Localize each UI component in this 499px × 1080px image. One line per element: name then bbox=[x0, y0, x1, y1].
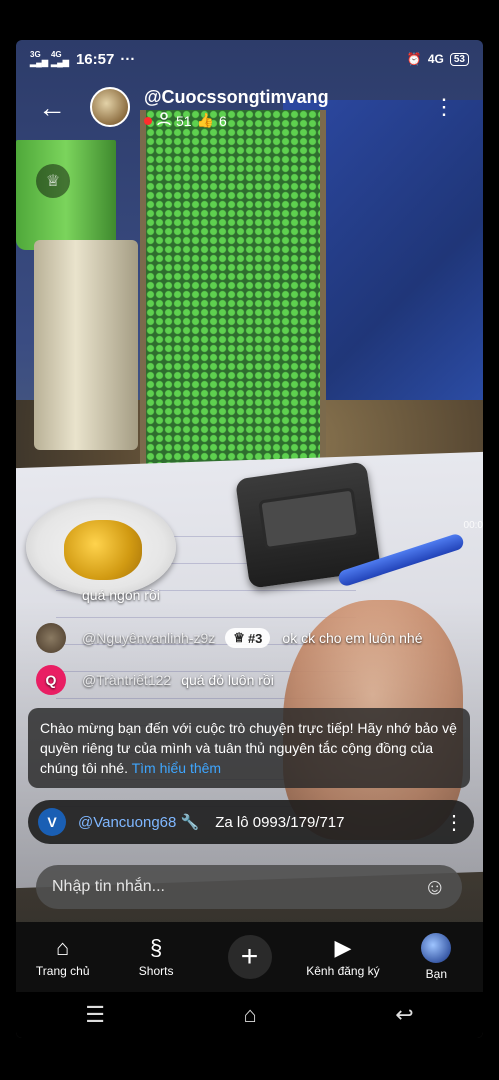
nav-shorts-label: Shorts bbox=[138, 964, 174, 978]
pinned-message[interactable]: V @Vancuong68 🔧 Za lô 0993/179/717 ⋮ bbox=[28, 800, 474, 844]
pinned-username[interactable]: @Vancuong68 🔧 bbox=[78, 813, 199, 831]
message-placeholder: Nhập tin nhắn... bbox=[52, 878, 165, 895]
chat-text: quá đỏ luôn rồi bbox=[181, 672, 274, 688]
net-label: 4G bbox=[427, 52, 444, 66]
nav-home-label: Trang chủ bbox=[35, 964, 90, 978]
back-arrow-icon[interactable]: ← bbox=[38, 92, 66, 124]
post-image bbox=[34, 240, 138, 450]
welcome-notice: Chào mừng bạn đến với cuộc trò chuyện tr… bbox=[28, 708, 470, 788]
channel-avatar[interactable] bbox=[90, 87, 130, 127]
chat-username[interactable]: @Nguyênvanlinh-z9z bbox=[82, 630, 215, 646]
nav-you[interactable]: Bạn bbox=[390, 922, 483, 992]
live-indicator bbox=[144, 116, 152, 125]
gold-image bbox=[64, 520, 142, 580]
battery-icon: 53 bbox=[449, 52, 469, 66]
home-icon: ⌂ bbox=[56, 935, 70, 960]
shorts-icon: § bbox=[149, 935, 163, 960]
chat-username[interactable]: @Tràntriết122 bbox=[82, 672, 171, 688]
chat-text: quá ngon rồi bbox=[82, 587, 160, 603]
chat-message[interactable]: quá ngon rồi bbox=[36, 580, 160, 610]
pinned-text: Za lô 0993/179/717 bbox=[215, 813, 345, 831]
viewer-count: 51 bbox=[176, 112, 192, 129]
sluice-image bbox=[140, 110, 326, 480]
home-nav-icon[interactable]: ⌂ bbox=[243, 1002, 256, 1028]
clock: 16:57 bbox=[75, 50, 115, 68]
signal-icon-2: 4G ▂▄▆ bbox=[50, 50, 69, 67]
chat-message[interactable]: @Nguyênvanlinh-z9z ♕ #3 ok ck cho em luôn… bbox=[36, 623, 423, 653]
status-right: ⏰ 4G 53 bbox=[407, 52, 469, 66]
nav-subscriptions-label: Kênh đăng ký bbox=[306, 964, 380, 978]
chat-text: ok ck cho em luôn nhé bbox=[282, 630, 423, 646]
subscriptions-icon: ▶ bbox=[334, 935, 352, 960]
plus-icon: + bbox=[227, 935, 272, 979]
nav-you-label: Bạn bbox=[425, 967, 447, 981]
learn-more-link[interactable]: Tìm hiểu thêm bbox=[132, 760, 221, 776]
chat-avatar bbox=[36, 623, 66, 653]
video-timestamp: 00:0 bbox=[463, 520, 483, 531]
nav-home[interactable]: ⌂ Trang chủ bbox=[16, 922, 109, 992]
bucket-image bbox=[16, 140, 116, 250]
you-avatar bbox=[421, 933, 452, 963]
live-stats: 51 👍 6 bbox=[144, 112, 227, 129]
chat-avatar: Q bbox=[36, 665, 66, 695]
phone-screen: 3G ▂▄▆ 4G ▂▄▆ 16:57 ··· ⏰ 4G 53 ← @Cuocsso… bbox=[16, 40, 483, 1038]
welcome-text: Chào mừng bạn đến với cuộc trò chuyện tr… bbox=[40, 720, 457, 776]
member-badge: ♕ #3 bbox=[225, 628, 271, 648]
pinned-avatar: V bbox=[38, 808, 66, 836]
system-nav: ☰ ⌂ ↩ bbox=[16, 992, 483, 1038]
signal-icon: 3G ▂▄▆ bbox=[30, 50, 48, 67]
nav-shorts[interactable]: § Shorts bbox=[109, 922, 202, 992]
more-vert-icon[interactable]: ⋮ bbox=[433, 94, 455, 120]
more-notifications-icon: ··· bbox=[120, 50, 136, 68]
status-bar: 3G ▂▄▆ 4G ▂▄▆ 16:57 ··· ⏰ 4G 53 bbox=[16, 40, 483, 78]
wrench-icon: 🔧 bbox=[180, 814, 200, 831]
chat-message[interactable]: Q @Tràntriết122 quá đỏ luôn rồi bbox=[36, 665, 274, 695]
crown-icon[interactable]: ♕ bbox=[36, 164, 70, 198]
crown-icon: ♕ bbox=[233, 630, 245, 645]
nav-subscriptions[interactable]: ▶ Kênh đăng ký bbox=[296, 922, 389, 992]
alarm-icon: ⏰ bbox=[406, 52, 422, 66]
bottom-nav: ⌂ Trang chủ § Shorts + ▶ Kênh đăng ký Bạ… bbox=[16, 922, 483, 992]
person-icon bbox=[157, 112, 171, 129]
like-count: 6 bbox=[219, 112, 227, 129]
channel-name[interactable]: @Cuocssongtimvang bbox=[144, 87, 329, 108]
more-vert-icon[interactable]: ⋮ bbox=[444, 810, 464, 835]
back-nav-icon[interactable]: ↩ bbox=[395, 1002, 413, 1028]
menu-icon[interactable]: ☰ bbox=[85, 1002, 105, 1028]
nav-create[interactable]: + bbox=[203, 922, 296, 992]
emoji-icon[interactable]: ☺ bbox=[424, 874, 446, 900]
message-input[interactable]: Nhập tin nhắn... ☺ bbox=[36, 865, 462, 909]
thumb-up-icon: 👍 bbox=[196, 112, 215, 128]
